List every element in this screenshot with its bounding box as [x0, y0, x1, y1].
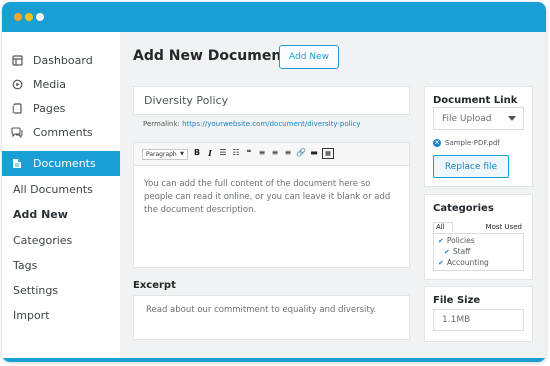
documents-icon — [11, 158, 23, 170]
caret-down-icon — [508, 116, 516, 121]
tab-all[interactable]: All — [433, 222, 453, 232]
bold-icon[interactable]: B — [192, 148, 202, 157]
category-item-policies[interactable]: ✔ Policies — [438, 236, 475, 245]
app-window: Dashboard Media Pages Comments Documents — [2, 2, 546, 362]
excerpt-label: Excerpt — [133, 280, 176, 291]
sidebar-item-documents[interactable]: Documents — [2, 151, 120, 176]
category-item-accounting[interactable]: ✔ Accounting — [438, 258, 489, 267]
sidebar-item-label: Documents — [33, 157, 96, 170]
permalink-label: Permalink: — [143, 120, 180, 128]
toolbar-toggle-icon[interactable]: ▦ — [322, 148, 334, 159]
file-name: Sample-PDF.pdf — [445, 139, 500, 147]
format-select[interactable]: Paragraph ▼ — [142, 149, 188, 160]
categories-panel: Categories All Most Used ✔ Policies ✔ St… — [424, 194, 533, 280]
sidebar-item-label: Media — [33, 77, 67, 91]
excerpt-text: Read about our commitment to equality an… — [146, 305, 377, 315]
sidebar-item-label: Comments — [33, 125, 93, 139]
sidebar-item-media[interactable]: Media — [2, 72, 120, 96]
file-size-panel: File Size 1.1MB — [424, 286, 533, 342]
document-link-title: Document Link — [433, 95, 518, 106]
add-new-button[interactable]: Add New — [279, 45, 339, 69]
media-icon — [11, 78, 23, 90]
file-size-input[interactable]: 1.1MB — [433, 309, 524, 331]
align-left-icon[interactable]: ≡ — [257, 148, 267, 157]
sidebar-item-dashboard[interactable]: Dashboard — [2, 48, 120, 72]
tab-most-used[interactable]: Most Used — [486, 223, 522, 231]
window-dot-white[interactable] — [36, 13, 44, 21]
replace-file-button[interactable]: Replace file — [433, 155, 509, 178]
permalink: Permalink: https://yourwebsite.com/docum… — [143, 120, 361, 128]
horizontal-rule-icon[interactable]: ▬ — [309, 148, 319, 157]
document-link-panel: Document Link File Upload × Sample-PDF.p… — [424, 86, 533, 187]
sidebar-item-comments[interactable]: Comments — [2, 120, 120, 144]
window-dot-orange[interactable] — [14, 13, 22, 21]
italic-icon[interactable]: I — [205, 148, 215, 158]
file-source-value: File Upload — [442, 113, 492, 124]
editor-toolbar: Paragraph ▼ B I ☰ ☷ ❝ ≡ ≡ ≡ 🔗 ▬ ▦ — [134, 143, 409, 166]
document-title-input[interactable]: Diversity Policy — [133, 86, 410, 115]
submenu-import[interactable]: Import — [13, 309, 50, 322]
submenu-settings[interactable]: Settings — [13, 284, 58, 297]
category-label: Policies — [446, 236, 475, 245]
sidebar-item-label: Pages — [33, 101, 66, 115]
content-editor: Paragraph ▼ B I ☰ ☷ ❝ ≡ ≡ ≡ 🔗 ▬ ▦ You ca… — [133, 142, 410, 268]
attached-file: × Sample-PDF.pdf — [433, 139, 500, 147]
comments-icon — [11, 126, 23, 138]
file-source-select[interactable]: File Upload — [433, 107, 524, 130]
sidebar-item-pages[interactable]: Pages — [2, 96, 120, 120]
checkmark-icon: ✔ — [438, 236, 444, 245]
category-item-staff[interactable]: ✔ Staff — [444, 247, 470, 256]
categories-list: ✔ Policies ✔ Staff ✔ Accounting — [433, 233, 524, 271]
title-bar — [2, 2, 546, 32]
numbered-list-icon[interactable]: ☷ — [231, 148, 241, 157]
editor-content[interactable]: You can add the full content of the docu… — [144, 178, 398, 217]
align-center-icon[interactable]: ≡ — [270, 148, 280, 157]
sidebar-item-label: Dashboard — [33, 53, 93, 67]
blockquote-icon[interactable]: ❝ — [244, 148, 254, 157]
bullet-list-icon[interactable]: ☰ — [218, 148, 228, 157]
file-size-title: File Size — [433, 295, 481, 306]
submenu-tags[interactable]: Tags — [13, 259, 37, 272]
checkmark-icon: ✔ — [438, 258, 444, 267]
dashboard-icon — [11, 54, 23, 66]
category-label: Staff — [452, 247, 471, 256]
submenu-all-documents[interactable]: All Documents — [13, 183, 93, 196]
category-label: Accounting — [446, 258, 489, 267]
link-icon[interactable]: 🔗 — [296, 148, 306, 157]
checkmark-icon: ✔ — [444, 247, 450, 256]
submenu-categories[interactable]: Categories — [13, 234, 72, 247]
submenu-add-new[interactable]: Add New — [13, 208, 68, 221]
page-title: Add New Document — [133, 48, 289, 64]
bottom-accent-bar — [2, 358, 546, 362]
categories-title: Categories — [433, 203, 494, 214]
admin-sidebar: Dashboard Media Pages Comments Documents — [2, 32, 120, 362]
chevron-down-icon: ▼ — [180, 151, 184, 157]
remove-file-icon[interactable]: × — [433, 139, 441, 147]
window-dot-yellow[interactable] — [25, 13, 33, 21]
excerpt-input[interactable]: Read about our commitment to equality an… — [133, 295, 410, 340]
format-select-value: Paragraph — [146, 151, 177, 158]
permalink-url[interactable]: https://yourwebsite.com/document/diversi… — [182, 120, 360, 128]
align-right-icon[interactable]: ≡ — [283, 148, 293, 157]
pages-icon — [11, 102, 23, 114]
